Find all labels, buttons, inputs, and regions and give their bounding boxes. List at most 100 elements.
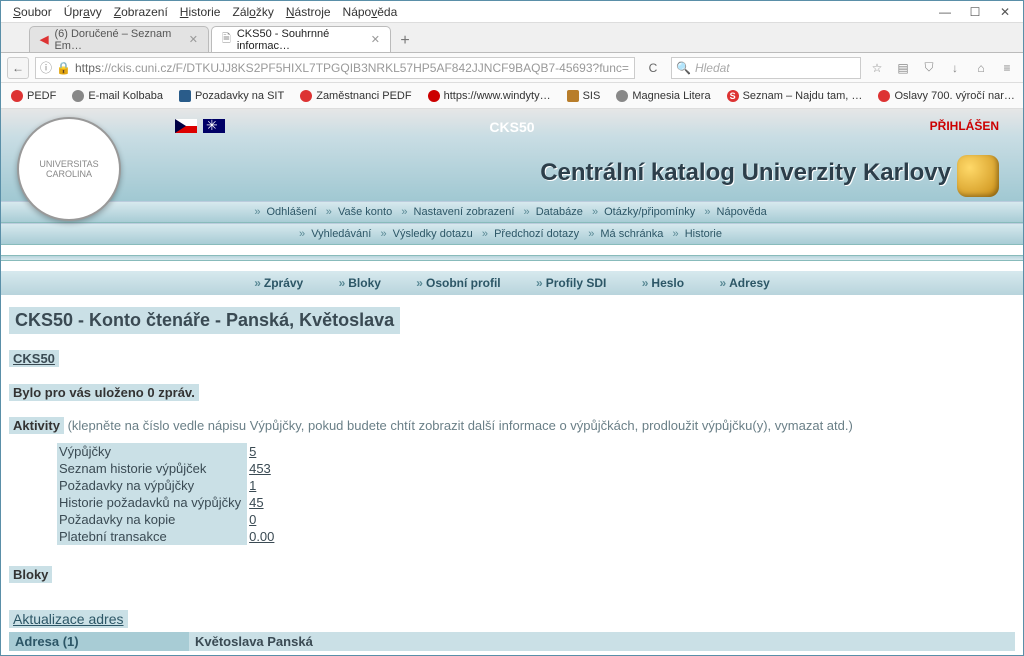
page-title: CKS50 - Konto čtenáře - Panská, Květosla… (9, 307, 400, 334)
activities-table: Výpůjčky5 Seznam historie výpůjček453 Po… (57, 443, 280, 545)
info-icon: ⓘ (40, 59, 52, 76)
bookmark-item[interactable]: https://www.windyty… (424, 88, 555, 104)
transactions-link[interactable]: 0.00 (247, 528, 280, 545)
site-title: Centrální katalog Univerzity Karlovy (540, 159, 951, 187)
nav-odhlaseni[interactable]: Odhlášení (267, 206, 317, 218)
site-header: UNIVERSITASCAROLINA CKS50 PŘIHLÁŠEN Cent… (1, 109, 1023, 201)
bookmark-item[interactable]: E-mail Kolbaba (68, 88, 167, 104)
header-code: CKS50 (25, 119, 999, 135)
favicon-page-icon: 🗎 (222, 30, 231, 49)
history-link[interactable]: 453 (247, 460, 280, 477)
bookmark-item[interactable]: SSeznam – Najdu tam, … (723, 88, 867, 104)
minimize-icon[interactable]: — (939, 5, 951, 19)
table-row: Požadavky na kopie0 (57, 511, 280, 528)
tab-seznam[interactable]: ◀ (6) Doručené – Seznam Em… ✕ (29, 26, 209, 52)
search-placeholder: Hledat (695, 61, 730, 75)
messages-line: Bylo pro vás uloženo 0 zpráv. (9, 385, 1015, 400)
page-content: UNIVERSITASCAROLINA CKS50 PŘIHLÁŠEN Cent… (1, 109, 1023, 655)
nav-nastaveni[interactable]: Nastavení zobrazení (414, 206, 515, 218)
bookmark-item[interactable]: Magnesia Litera (612, 88, 714, 104)
bookmark-item[interactable]: Pozadavky na SIT (175, 88, 288, 104)
menu-icon[interactable]: ≡ (997, 61, 1017, 75)
subnav-sdi[interactable]: »Profily SDI (536, 276, 606, 290)
menu-zalozky[interactable]: Záložky (226, 3, 279, 21)
address-value: Květoslava Panská (189, 632, 1015, 651)
subnav-heslo[interactable]: »Heslo (642, 276, 684, 290)
subnav-bloky[interactable]: »Bloky (339, 276, 381, 290)
home-icon[interactable]: ⌂ (971, 61, 991, 75)
holds-link[interactable]: 1 (247, 477, 280, 494)
table-row: Výpůjčky5 (57, 443, 280, 460)
flag-uk-icon[interactable] (203, 119, 225, 133)
toolbar: ← ⓘ 🔒 https ://ckis.cuni.cz /F/DTKUJJ8KS… (1, 53, 1023, 83)
menu-zobrazeni[interactable]: Zobrazení (108, 3, 174, 21)
bookmark-item[interactable]: SIS (563, 88, 605, 104)
menubar: Soubor Úpravy Zobrazení Historie Záložky… (1, 1, 1023, 23)
url-host: ://ckis.cuni.cz (101, 61, 172, 75)
new-tab-button[interactable]: + (393, 30, 417, 52)
address-label: Adresa (1) (9, 632, 189, 651)
library-icon[interactable]: ▤ (893, 61, 913, 75)
nav-otazky[interactable]: Otázky/připomínky (604, 206, 695, 218)
bookmark-item[interactable]: PEDF (7, 88, 60, 104)
account-subnav: »Zprávy »Bloky »Osobní profil »Profily S… (1, 271, 1023, 295)
menu-soubor[interactable]: Soubor (7, 3, 58, 21)
nav-schranka[interactable]: Má schránka (600, 228, 663, 240)
loans-link[interactable]: 5 (247, 443, 280, 460)
nav-vyhledavani[interactable]: Vyhledávání (311, 228, 371, 240)
nav-historie[interactable]: Historie (685, 228, 722, 240)
flag-cz-icon[interactable] (175, 119, 197, 133)
activities-heading: Aktivity (klepněte na číslo vedle nápisu… (9, 418, 1015, 433)
update-addresses-link[interactable]: Aktualizace adres (9, 610, 128, 628)
pocket-icon[interactable]: ⛉ (919, 60, 939, 75)
nav-vase-konto[interactable]: Vaše konto (338, 206, 392, 218)
search-input[interactable]: 🔍 Hledat (671, 57, 861, 79)
tab-label: (6) Doručené – Seznam Em… (54, 28, 182, 52)
subnav-profil[interactable]: »Osobní profil (416, 276, 500, 290)
back-button[interactable]: ← (7, 57, 29, 79)
bookmarks-bar: PEDF E-mail Kolbaba Pozadavky na SIT Zam… (1, 83, 1023, 109)
nav-databaze[interactable]: Databáze (536, 206, 583, 218)
library-link[interactable]: CKS50 (9, 350, 59, 367)
tab-close-icon[interactable]: ✕ (371, 33, 380, 46)
maximize-icon[interactable]: ☐ (969, 5, 981, 19)
holds-history-link[interactable]: 45 (247, 494, 280, 511)
url-scheme: https (75, 61, 101, 75)
menu-historie[interactable]: Historie (174, 3, 227, 21)
blocks-heading: Bloky (9, 567, 1015, 582)
table-row: Seznam historie výpůjček453 (57, 460, 280, 477)
bookmark-star-icon[interactable]: ☆ (867, 61, 887, 75)
nav-vysledky[interactable]: Výsledky dotazu (393, 228, 473, 240)
downloads-icon[interactable]: ↓ (945, 61, 965, 75)
copy-requests-link[interactable]: 0 (247, 511, 280, 528)
nav-predchozi[interactable]: Předchozí dotazy (494, 228, 579, 240)
secondary-nav: » Vyhledávání » Výsledky dotazu » Předch… (1, 223, 1023, 245)
address-row: Adresa (1) Květoslava Panská (9, 632, 1015, 651)
table-row: Historie požadavků na výpůjčky45 (57, 494, 280, 511)
tab-cks50[interactable]: 🗎 CKS50 - Souhrnné informac… ✕ (211, 26, 391, 52)
tab-close-icon[interactable]: ✕ (189, 33, 198, 46)
subnav-zpravy[interactable]: »Zprávy (254, 276, 303, 290)
url-input[interactable]: ⓘ 🔒 https ://ckis.cuni.cz /F/DTKUJJ8KS2P… (35, 57, 635, 79)
menu-napoveda[interactable]: Nápověda (337, 3, 404, 21)
favicon-seznam-icon: ◀ (40, 33, 48, 46)
menu-nastroje[interactable]: Nástroje (280, 3, 337, 21)
nav-napoveda[interactable]: Nápověda (717, 206, 767, 218)
url-path: /F/DTKUJJ8KS2PF5HIXL7TPGQIB3NRKL57HP5AF8… (172, 61, 629, 75)
tabstrip: ◀ (6) Doručené – Seznam Em… ✕ 🗎 CKS50 - … (1, 23, 1023, 53)
primary-nav: » Odhlášení » Vaše konto » Nastavení zob… (1, 201, 1023, 223)
university-seal-icon: UNIVERSITASCAROLINA (17, 117, 121, 221)
tab-label: CKS50 - Souhrnné informac… (237, 28, 365, 52)
bookmark-item[interactable]: Zaměstnanci PEDF (296, 88, 415, 104)
gold-orb-icon (957, 155, 999, 197)
login-status: PŘIHLÁŠEN (930, 119, 999, 133)
reload-button[interactable]: C (641, 61, 665, 75)
bookmark-item[interactable]: Oslavy 700. výročí nar… (874, 88, 1018, 104)
lock-icon: 🔒 (56, 61, 71, 75)
table-row: Platební transakce0.00 (57, 528, 280, 545)
close-icon[interactable]: ✕ (999, 5, 1011, 19)
menu-upravy[interactable]: Úpravy (58, 3, 108, 21)
search-icon: 🔍 (676, 61, 691, 75)
table-row: Požadavky na výpůjčky1 (57, 477, 280, 494)
subnav-adresy[interactable]: »Adresy (719, 276, 769, 290)
